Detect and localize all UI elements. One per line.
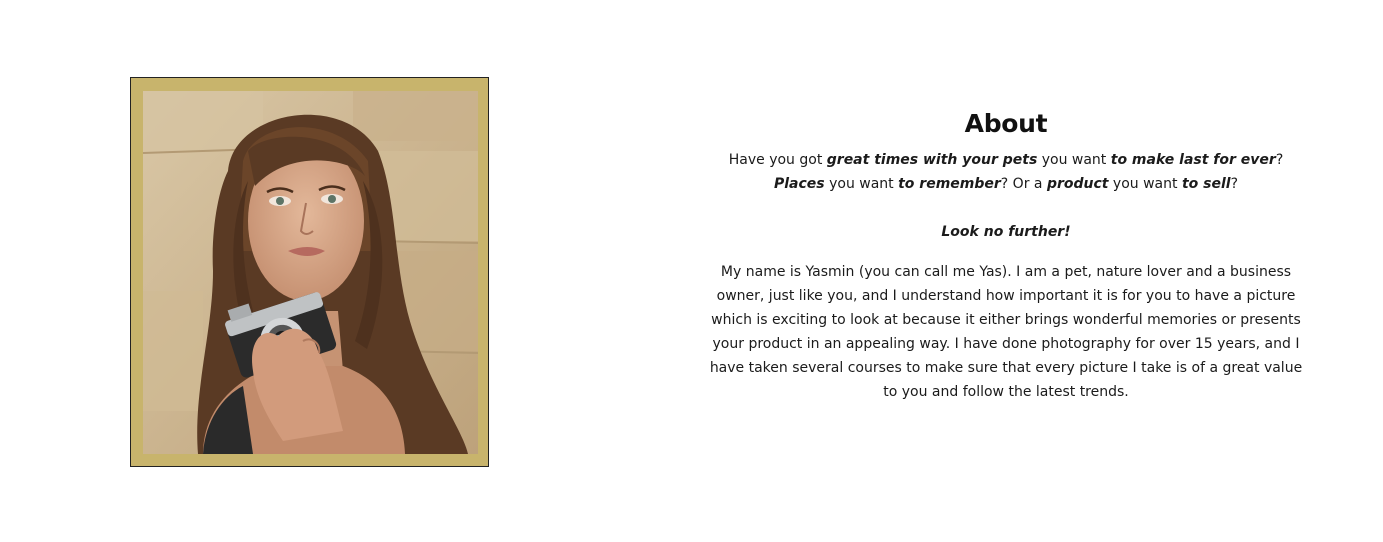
intro-text: you want: [1037, 152, 1111, 168]
intro-text: ? Or a: [1000, 176, 1047, 192]
tagline: Look no further!: [941, 224, 1071, 240]
intro-paragraph: Have you got great times with your pets …: [706, 148, 1306, 196]
bio-paragraph: My name is Yasmin (you can call me Yas).…: [709, 264, 1303, 400]
intro-emphasis: to sell: [1181, 176, 1231, 192]
intro-emphasis: great times with your pets: [826, 152, 1038, 168]
intro-text: you want: [824, 176, 899, 192]
about-text-column: About Have you got great times with your…: [706, 104, 1306, 404]
about-title: About: [964, 109, 1048, 138]
intro-emphasis: to remember: [898, 176, 1001, 192]
intro-emphasis: Places: [774, 176, 825, 192]
intro-text: you want: [1108, 176, 1182, 192]
intro-text: Have you got: [728, 152, 827, 168]
intro-emphasis: to make last for ever: [1110, 152, 1276, 168]
portrait-illustration: [143, 91, 478, 454]
intro-text: ?: [1275, 152, 1284, 168]
about-section: About Have you got great times with your…: [0, 0, 1383, 542]
intro-emphasis: product: [1046, 176, 1109, 192]
photographer-portrait-image: [143, 91, 478, 454]
photo-frame: [130, 77, 489, 467]
intro-text: ?: [1230, 176, 1238, 192]
